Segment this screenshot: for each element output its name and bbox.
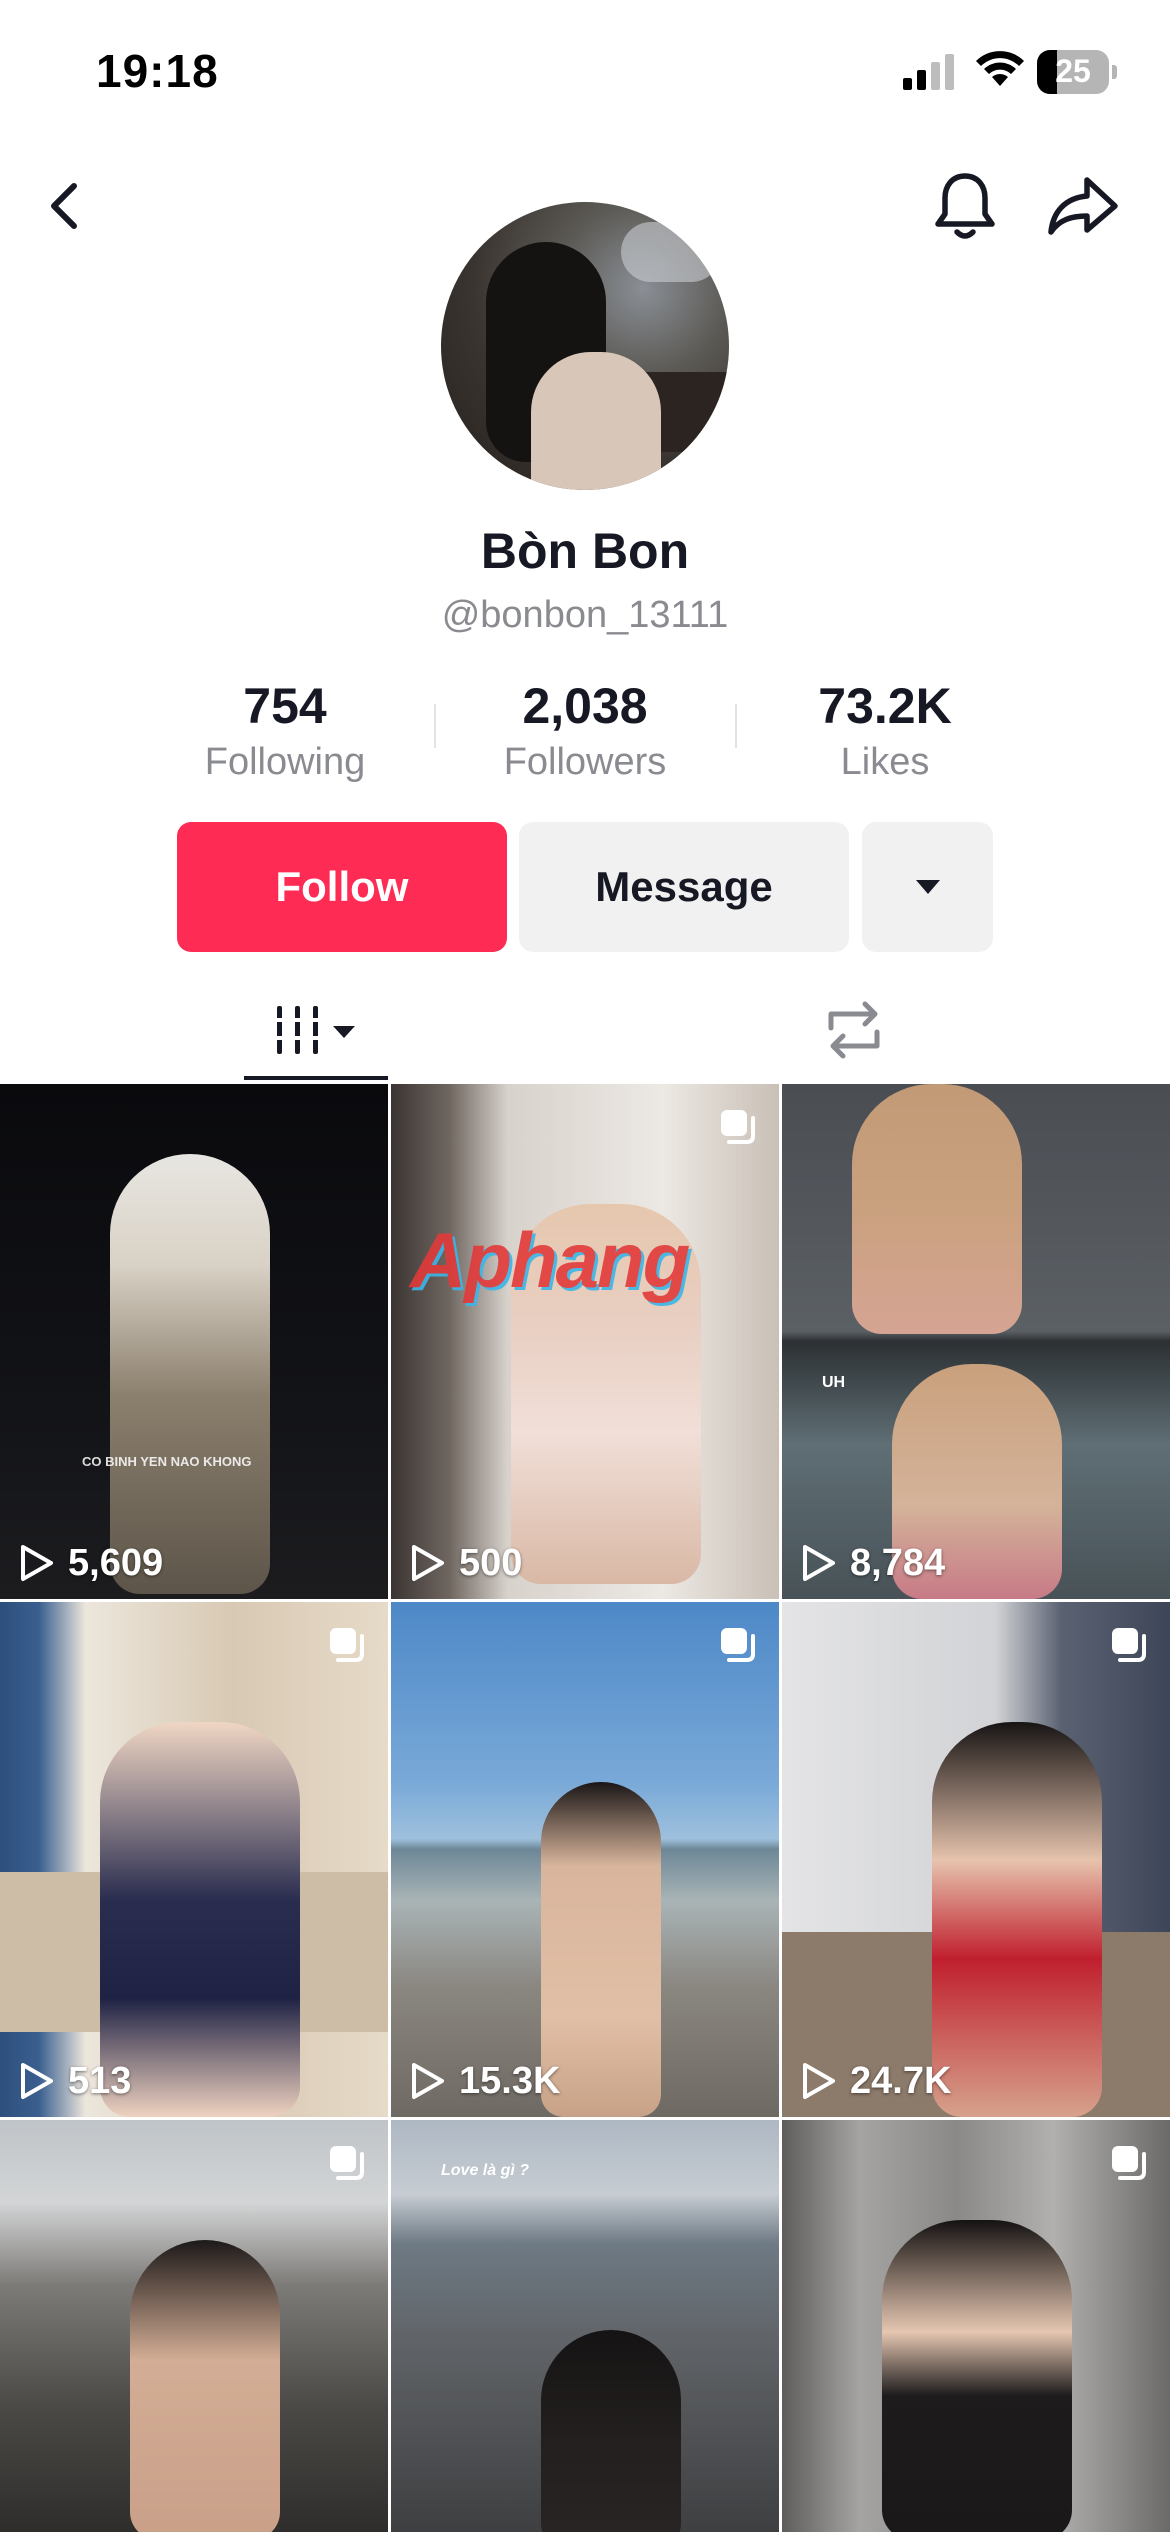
follow-button[interactable]: Follow [177, 822, 507, 952]
stat-likes[interactable]: 73.2K Likes [760, 676, 1010, 788]
multi-photo-icon [721, 1110, 755, 1144]
more-options-button[interactable] [862, 822, 993, 952]
video-tile[interactable]: Love là gì ? [391, 2120, 779, 2532]
views-count: 500 [459, 1541, 523, 1584]
video-caption: UH [822, 1374, 846, 1391]
stat-value: 2,038 [522, 678, 648, 734]
views-count: 8,784 [850, 1541, 946, 1584]
play-icon [21, 1545, 53, 1581]
views-count: 5,609 [68, 1541, 164, 1584]
view-count: 8,784 [800, 1537, 945, 1589]
avatar[interactable] [441, 202, 729, 490]
username: @bonbon_13111 [441, 594, 729, 636]
battery-level: 25 [1055, 53, 1091, 89]
view-count: 24.7K [800, 2055, 951, 2107]
status-time: 19:18 [96, 45, 219, 97]
cellular-signal-icon [903, 54, 954, 90]
tab-reposts[interactable] [810, 980, 898, 1080]
display-name: Bòn Bon [480, 523, 690, 579]
stat-followers[interactable]: 2,038 Followers [460, 676, 710, 788]
multi-photo-icon [1112, 1628, 1146, 1662]
back-icon[interactable] [38, 170, 94, 242]
video-caption: CO BINH YEN NAO KHONG [82, 1454, 252, 1469]
views-count: 15.3K [459, 2059, 561, 2102]
play-icon [412, 1545, 444, 1581]
multi-photo-icon [330, 1628, 364, 1662]
views-count: 24.7K [850, 2059, 952, 2102]
bell-icon[interactable] [930, 168, 1000, 244]
stat-value: 754 [243, 678, 327, 734]
divider [434, 704, 436, 748]
video-tile[interactable] [0, 2120, 388, 2532]
message-button[interactable]: Message [519, 822, 849, 952]
view-count: 5,609 [18, 1537, 163, 1589]
video-tile[interactable]: UH 8,784 [782, 1084, 1170, 1599]
videos-grid-icon [275, 1006, 355, 1054]
tab-videos[interactable] [244, 980, 388, 1080]
multi-photo-icon [330, 2146, 364, 2180]
watermark-logo: Aphang [410, 1216, 690, 1304]
repost-icon [828, 1001, 880, 1059]
wifi-icon [976, 51, 1024, 86]
play-icon [803, 2063, 835, 2099]
play-icon [412, 2063, 444, 2099]
view-count: 15.3K [409, 2055, 560, 2107]
video-tile[interactable]: CO BINH YEN NAO KHONG 5,609 [0, 1084, 388, 1599]
play-icon [21, 2063, 53, 2099]
stat-label: Following [204, 741, 366, 783]
battery-indicator: 25 [1037, 50, 1117, 94]
view-count: 500 [409, 1537, 522, 1589]
play-icon [803, 1545, 835, 1581]
stat-following[interactable]: 754 Following [160, 676, 410, 788]
video-tile[interactable] [782, 2120, 1170, 2532]
divider [735, 704, 737, 748]
video-caption: Love là gì ? [441, 2162, 530, 2179]
view-count: 513 [18, 2055, 131, 2107]
video-tile[interactable]: 513 [0, 1602, 388, 2117]
active-tab-indicator [244, 1076, 388, 1080]
multi-photo-icon [1112, 2146, 1146, 2180]
views-count: 513 [68, 2059, 132, 2102]
stat-label: Followers [503, 741, 667, 783]
video-tile[interactable]: 500 [391, 1084, 779, 1599]
chevron-down-icon [915, 880, 940, 894]
video-tile[interactable]: 15.3K [391, 1602, 779, 2117]
multi-photo-icon [721, 1628, 755, 1662]
stat-label: Likes [840, 741, 930, 783]
share-icon[interactable] [1045, 170, 1121, 242]
status-bar: 19:18 25 [0, 0, 1170, 140]
stat-value: 73.2K [818, 678, 952, 734]
video-tile[interactable]: 24.7K [782, 1602, 1170, 2117]
